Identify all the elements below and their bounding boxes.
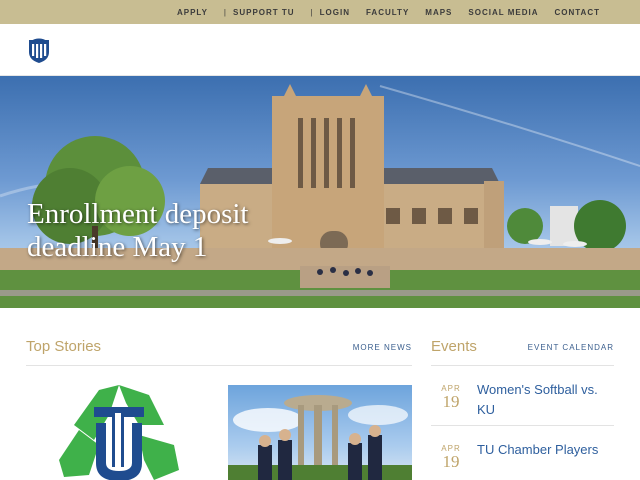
story-card-graduation[interactable] <box>228 385 412 480</box>
main-content: Top Stories MORE NEWS Events EVENT CALEN… <box>0 308 640 480</box>
site-header <box>0 24 640 76</box>
event-date: APR 19 <box>433 380 469 415</box>
nav-maps[interactable]: MAPS <box>425 8 452 17</box>
event-title[interactable]: TU Chamber Players <box>477 440 607 476</box>
top-stories-header: Top Stories MORE NEWS <box>26 308 412 366</box>
hero-banner[interactable]: Enrollment deposit deadline May 1 <box>0 76 640 308</box>
events-title: Events <box>431 338 477 355</box>
events-section: Events EVENT CALENDAR APR 19 Women's Sof… <box>431 308 614 480</box>
top-stories-section: Top Stories MORE NEWS <box>26 308 412 480</box>
nav-social-media[interactable]: SOCIAL MEDIA <box>468 8 538 17</box>
event-day: 19 <box>442 452 460 471</box>
hero-headline[interactable]: Enrollment deposit deadline May 1 <box>27 198 249 264</box>
nav-faculty[interactable]: FACULTY <box>366 8 409 17</box>
event-date: APR 19 <box>433 440 469 476</box>
nav-support-tu[interactable]: SUPPORT TU <box>224 8 295 17</box>
more-news-link[interactable]: MORE NEWS <box>353 343 412 352</box>
students-tossing-caps-photo <box>228 395 412 480</box>
story-card-recycle[interactable] <box>26 385 211 480</box>
recycle-tu-logo <box>58 385 179 480</box>
event-item[interactable]: APR 19 Women's Softball vs. KU <box>431 366 614 426</box>
nav-contact[interactable]: CONTACT <box>554 8 600 17</box>
hero-headline-line-2: deadline May 1 <box>27 231 208 263</box>
campus-building-photo <box>0 84 640 308</box>
event-item[interactable]: APR 19 TU Chamber Players <box>431 426 614 480</box>
nav-login[interactable]: LOGIN <box>311 8 350 17</box>
tu-shield-logo-icon[interactable] <box>27 36 51 64</box>
event-title[interactable]: Women's Softball vs. KU <box>477 380 607 417</box>
top-stories-title: Top Stories <box>26 338 102 355</box>
utility-nav: APPLY SUPPORT TU LOGIN FACULTY MAPS SOCI… <box>0 0 640 24</box>
hero-headline-line-1: Enrollment deposit <box>27 198 249 230</box>
events-header: Events EVENT CALENDAR <box>431 308 614 366</box>
event-day: 19 <box>442 392 460 411</box>
nav-apply[interactable]: APPLY <box>177 8 208 17</box>
story-list <box>26 385 412 480</box>
event-calendar-link[interactable]: EVENT CALENDAR <box>528 343 614 352</box>
